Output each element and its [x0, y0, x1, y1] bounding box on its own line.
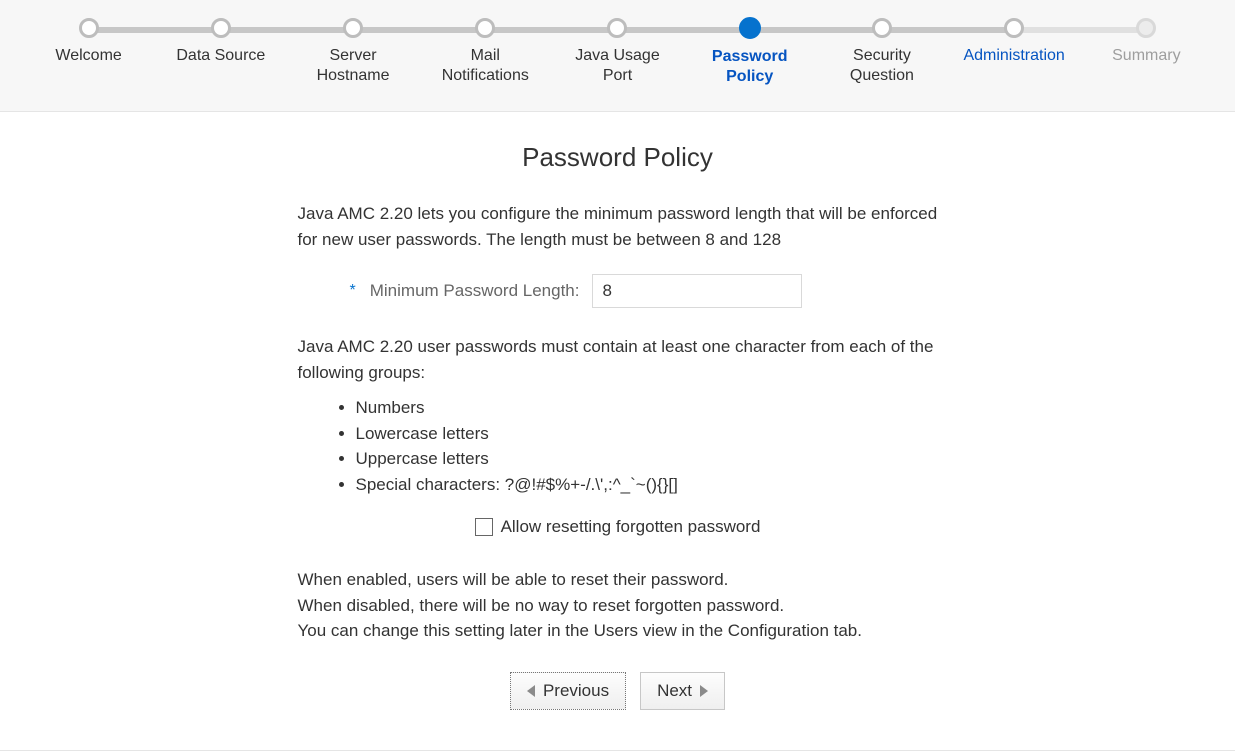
required-star-icon: * — [350, 282, 356, 300]
step-dot-icon — [211, 18, 231, 38]
step-dot-icon — [475, 18, 495, 38]
page-title: Password Policy — [298, 142, 938, 173]
chevron-left-icon — [527, 685, 535, 697]
wizard-nav-buttons: Previous Next — [298, 672, 938, 710]
password-group-item: Special characters: ?@!#$%+-/.\',:^_`~()… — [356, 472, 938, 498]
previous-button[interactable]: Previous — [510, 672, 626, 710]
step-dot-icon — [79, 18, 99, 38]
next-button-label: Next — [657, 681, 692, 701]
allow-reset-label: Allow resetting forgotten password — [501, 517, 761, 537]
step-summary: Summary — [1080, 18, 1212, 87]
step-dot-icon — [1004, 18, 1024, 38]
step-dot-icon — [872, 18, 892, 38]
step-label: Security Question — [816, 46, 948, 86]
password-group-item: Uppercase letters — [356, 446, 938, 472]
reset-help-3: You can change this setting later in the… — [298, 618, 938, 644]
password-group-item: Numbers — [356, 395, 938, 421]
intro-paragraph: Java AMC 2.20 lets you configure the min… — [298, 201, 938, 252]
min-password-length-input[interactable] — [592, 274, 802, 308]
chevron-right-icon — [700, 685, 708, 697]
step-label: Summary — [1080, 46, 1212, 66]
step-label: Administration — [948, 46, 1080, 66]
step-dot-icon — [343, 18, 363, 38]
step-dot-icon — [739, 17, 761, 39]
password-groups-list: NumbersLowercase lettersUppercase letter… — [356, 395, 938, 497]
step-label: Java Usage Port — [551, 46, 683, 86]
reset-help-2: When disabled, there will be no way to r… — [298, 593, 938, 619]
wizard-step-content: Password Policy Java AMC 2.20 lets you c… — [278, 142, 958, 710]
min-password-length-label: Minimum Password Length: — [370, 281, 580, 301]
next-button[interactable]: Next — [640, 672, 725, 710]
min-password-length-field: * Minimum Password Length: — [350, 274, 938, 308]
step-dot-icon — [607, 18, 627, 38]
allow-reset-row: Allow resetting forgotten password — [298, 517, 938, 537]
step-label: Server Hostname — [287, 46, 419, 86]
groups-intro-paragraph: Java AMC 2.20 user passwords must contai… — [298, 334, 938, 385]
step-label: Mail Notifications — [419, 46, 551, 86]
reset-help-1: When enabled, users will be able to rese… — [298, 567, 938, 593]
step-label: Password Policy — [684, 47, 816, 87]
previous-button-label: Previous — [543, 681, 609, 701]
step-label: Data Source — [155, 46, 287, 66]
password-group-item: Lowercase letters — [356, 421, 938, 447]
step-dot-icon — [1136, 18, 1156, 38]
allow-reset-checkbox[interactable] — [475, 518, 493, 536]
step-label: Welcome — [23, 46, 155, 66]
bottom-divider — [0, 750, 1235, 751]
wizard-steps-bar: WelcomeData SourceServer HostnameMail No… — [0, 0, 1235, 112]
